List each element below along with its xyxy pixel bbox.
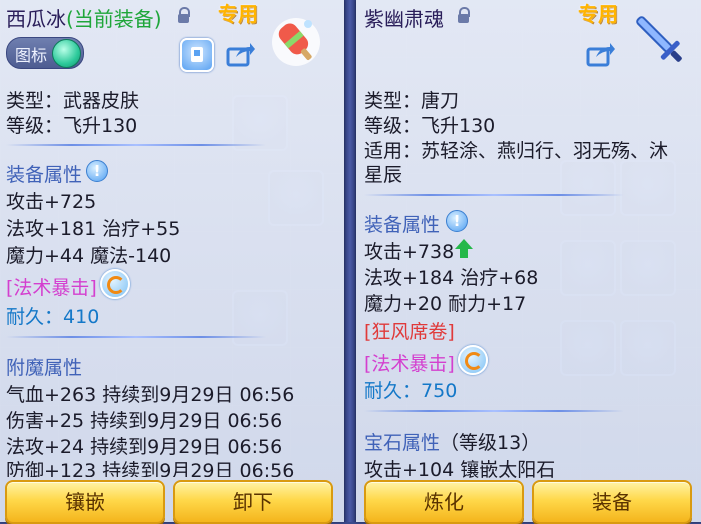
suitable-classes: 适用：苏轻涂、燕归行、羽无殇、沐	[364, 140, 669, 162]
attack-line: 攻击+738	[364, 241, 455, 263]
toggle-knob	[52, 39, 81, 68]
durability: 耐久：410	[6, 302, 99, 329]
durability-value: 410	[63, 306, 100, 328]
inlay-button[interactable]: 镶嵌	[5, 480, 165, 524]
item-name: 西瓜冰(当前装备)	[6, 3, 162, 32]
refine-button[interactable]: 炼化	[364, 480, 524, 524]
item-name: 紫幽肃魂	[364, 7, 444, 31]
enchant-line: 气血+263 持续到9月29日 06:56	[6, 384, 295, 406]
gem-title: 宝石属性	[364, 432, 441, 454]
section-divider	[6, 336, 266, 338]
unequip-button[interactable]: 卸下	[173, 480, 333, 524]
equip-attr-title: 装备属性	[364, 214, 441, 236]
increase-arrow-icon	[455, 239, 473, 258]
attr-line: 魔力+44 魔法-140	[6, 245, 172, 267]
item-type: 类型：唐刀	[364, 90, 460, 112]
item-level: 等级：飞升130	[6, 115, 138, 137]
attr-line: 法攻+181 治疗+55	[6, 218, 181, 240]
section-divider	[364, 410, 624, 412]
icon-toggle-label: 图标	[15, 46, 48, 65]
spell-crit-label: [法术暴击]	[6, 277, 97, 299]
attr-line: 法攻+184 治疗+68	[364, 267, 539, 289]
current-equipment-panel: 西瓜冰(当前装备) 专用 图标 类型：武器皮肤 等级：飞升130 装备属性 ! …	[0, 0, 344, 524]
durability-value: 750	[421, 380, 458, 402]
compare-equipment-panel: 紫幽肃魂 专用 类型：唐刀 等级：飞升130 适用：苏轻涂、燕归行、羽无殇、沐 …	[356, 0, 701, 524]
item-type: 类型：武器皮肤	[6, 90, 140, 112]
gem-attr-title: 宝石属性（等级13）	[364, 428, 540, 455]
info-icon[interactable]: !	[86, 160, 108, 182]
info-icon[interactable]: !	[446, 210, 468, 232]
equip-button[interactable]: 装备	[532, 480, 692, 524]
equip-attr-title: 装备属性	[6, 164, 83, 186]
item-card-icon[interactable]	[180, 38, 214, 72]
special-tag: 专用	[218, 2, 258, 26]
durability-label: 耐久：	[364, 380, 422, 402]
panel-divider	[344, 0, 356, 522]
enchant-line: 法攻+24 持续到9月29日 06:56	[6, 436, 283, 458]
enchant-line: 伤害+25 持续到9月29日 06:56	[6, 410, 283, 432]
icon-toggle[interactable]: 图标	[6, 37, 84, 69]
special-tag: 专用	[578, 2, 618, 26]
item-level: 等级：飞升130	[364, 115, 496, 137]
spell-crit-label: [法术暴击]	[364, 353, 455, 375]
refresh-icon[interactable]	[458, 345, 488, 375]
share-icon[interactable]	[586, 41, 616, 67]
enchant-attr-title: 附魔属性	[6, 357, 83, 379]
ice-pop-item-icon	[268, 14, 324, 70]
lock-icon	[178, 7, 190, 23]
enchant-line: 防御+123 持续到9月29日 06:56	[6, 460, 295, 482]
durability: 耐久：750	[364, 376, 457, 403]
gem-level: （等级13）	[440, 432, 541, 454]
gem-line: 攻击+104 镶嵌太阳石	[364, 459, 556, 481]
durability-label: 耐久：	[6, 306, 64, 328]
skill-label: [狂风席卷]	[364, 321, 455, 343]
item-name-text: 西瓜冰	[6, 7, 66, 31]
refresh-icon[interactable]	[100, 269, 130, 299]
section-divider	[364, 194, 624, 196]
lock-icon	[458, 7, 470, 23]
blade-item-icon	[628, 8, 692, 72]
attr-line: 魔力+20 耐力+17	[364, 293, 527, 315]
equipped-status: (当前装备)	[66, 7, 162, 31]
section-divider	[6, 144, 266, 146]
attr-line: 攻击+725	[6, 191, 97, 213]
share-icon[interactable]	[226, 41, 256, 67]
suitable-classes-cont: 星辰	[364, 164, 403, 186]
